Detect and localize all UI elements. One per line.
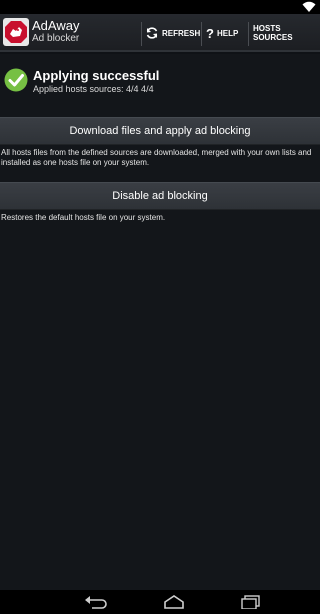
system-status-bar (0, 0, 320, 14)
refresh-icon (145, 26, 159, 40)
app-subtitle: Ad blocker (32, 33, 80, 44)
status-subtitle: Applied hosts sources: 4/4 4/4 (33, 84, 154, 94)
help-button[interactable]: ? HELP (206, 14, 238, 52)
action-divider (141, 22, 142, 46)
download-apply-button[interactable]: Download files and apply ad blocking (0, 117, 320, 145)
download-description: All hosts files from the defined sources… (1, 148, 320, 168)
check-circle-icon (4, 68, 28, 92)
navigation-bar (0, 590, 320, 614)
main-content: Applying successful Applied hosts source… (0, 54, 320, 590)
status-title: Applying successful (33, 68, 160, 83)
action-divider (201, 22, 202, 46)
help-icon: ? (206, 25, 214, 41)
disable-ad-blocking-button[interactable]: Disable ad blocking (0, 182, 320, 210)
wifi-icon (302, 1, 316, 12)
help-label: HELP (216, 28, 239, 38)
action-bar: AdAway Ad blocker REFRESH ? HELP HOSTS S… (0, 14, 320, 52)
home-button[interactable] (163, 594, 185, 610)
recent-apps-icon (241, 595, 260, 609)
recent-apps-button[interactable] (240, 594, 262, 610)
back-icon (85, 596, 107, 609)
home-icon (164, 595, 184, 609)
status-panel: Applying successful Applied hosts source… (0, 64, 320, 104)
back-button[interactable] (84, 594, 108, 610)
action-divider (248, 22, 249, 46)
refresh-label: REFRESH (162, 28, 201, 38)
refresh-button[interactable]: REFRESH (145, 14, 200, 52)
adaway-logo-icon (3, 18, 29, 46)
disable-description: Restores the default hosts file on your … (1, 213, 166, 222)
download-description-line: installed as one hosts file on your syst… (1, 158, 150, 167)
hosts-sources-label: HOSTS SOURCES (253, 24, 293, 42)
download-description-line: All hosts files from the defined sources… (1, 148, 312, 157)
hosts-sources-button[interactable]: HOSTS SOURCES (253, 14, 320, 52)
app-title: AdAway (32, 18, 80, 33)
